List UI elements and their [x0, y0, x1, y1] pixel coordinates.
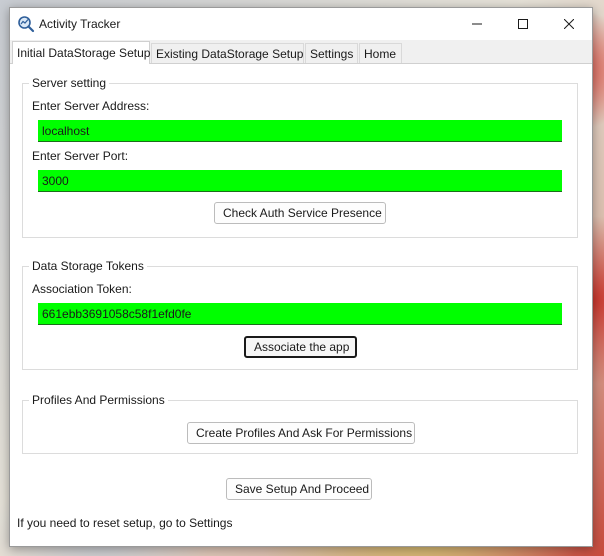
close-button[interactable] — [546, 8, 592, 40]
data-storage-tokens-group: Data Storage Tokens Association Token: A… — [22, 259, 578, 370]
maximize-icon — [518, 19, 528, 29]
minimize-button[interactable] — [454, 8, 500, 40]
minimize-icon — [472, 23, 482, 25]
maximize-button[interactable] — [500, 8, 546, 40]
tab-initial-datastorage-setup[interactable]: Initial DataStorage Setup — [12, 41, 150, 64]
save-setup-button[interactable]: Save Setup And Proceed — [226, 478, 372, 500]
server-port-input[interactable] — [38, 170, 562, 192]
data-storage-tokens-title: Data Storage Tokens — [29, 259, 147, 273]
close-icon — [564, 19, 574, 29]
tab-existing-datastorage-setup[interactable]: Existing DataStorage Setup — [151, 43, 304, 63]
magnifier-chart-icon — [17, 15, 35, 33]
tab-settings[interactable]: Settings — [305, 43, 358, 63]
profiles-permissions-title: Profiles And Permissions — [29, 393, 168, 407]
profiles-permissions-group: Profiles And Permissions Create Profiles… — [22, 393, 578, 454]
window-title: Activity Tracker — [39, 17, 121, 31]
association-token-input[interactable] — [38, 303, 562, 325]
association-token-label: Association Token: — [32, 282, 132, 296]
server-address-label: Enter Server Address: — [32, 99, 150, 113]
server-port-label: Enter Server Port: — [32, 149, 129, 163]
associate-app-button[interactable]: Associate the app — [244, 336, 357, 358]
app-window: Activity Tracker Initial DataStorage Set… — [9, 7, 593, 547]
server-setting-group: Server setting Enter Server Address: Ent… — [22, 76, 578, 238]
server-setting-title: Server setting — [29, 76, 110, 90]
create-profiles-button[interactable]: Create Profiles And Ask For Permissions — [187, 422, 415, 444]
reset-setup-note: If you need to reset setup, go to Settin… — [17, 516, 233, 530]
check-auth-service-button[interactable]: Check Auth Service Presence — [214, 202, 386, 224]
server-address-input[interactable] — [38, 120, 562, 142]
title-bar: Activity Tracker — [10, 8, 592, 40]
initial-setup-panel: Server setting Enter Server Address: Ent… — [10, 63, 592, 546]
tab-home[interactable]: Home — [359, 43, 402, 63]
tab-strip: Initial DataStorage Setup Existing DataS… — [10, 41, 592, 64]
